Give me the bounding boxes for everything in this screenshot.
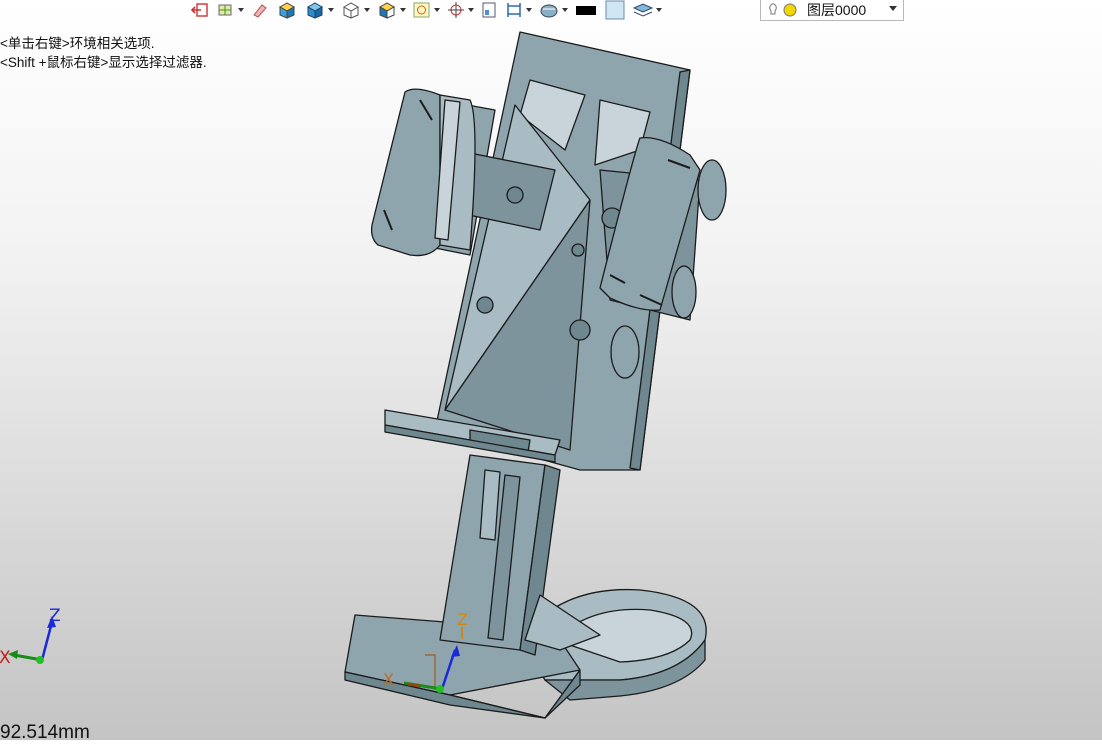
global-axis-triad: Z X (0, 606, 61, 668)
clamp-left (370, 88, 476, 257)
axis-x-label: X (0, 648, 11, 668)
local-axis-x-label: X (383, 670, 394, 689)
local-axis-triad: Z X (383, 610, 468, 693)
local-axis-z-label: Z (457, 610, 468, 629)
axis-z-label: Z (49, 606, 61, 626)
measurement-readout: 92.514mm (0, 722, 90, 743)
3d-viewport[interactable] (0, 0, 1102, 740)
